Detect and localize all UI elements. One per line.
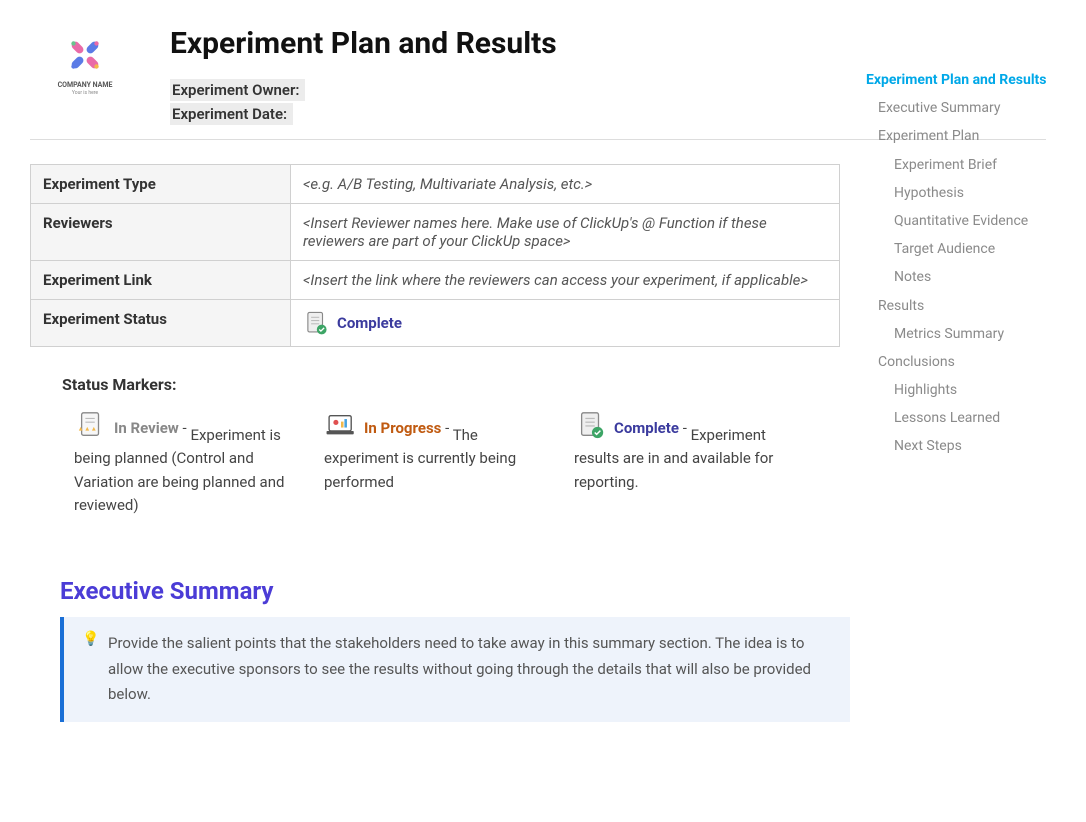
marker-name: Complete — [614, 419, 679, 437]
detail-value[interactable]: <Insert Reviewer names here. Make use of… — [291, 204, 840, 261]
outline-item[interactable]: Experiment Plan and Results — [866, 66, 1076, 94]
outline-item[interactable]: Hypothesis — [866, 179, 1076, 207]
detail-label: Experiment Type — [31, 165, 291, 204]
outline-item[interactable]: Results — [866, 292, 1076, 320]
outline-item[interactable]: Lessons Learned — [866, 404, 1076, 432]
status-value: Complete — [337, 314, 402, 332]
detail-label: Experiment Status — [31, 300, 291, 347]
outline-item[interactable]: Target Audience — [866, 235, 1076, 263]
status-markers-heading: Status Markers: — [62, 375, 820, 394]
detail-value[interactable]: <Insert the link where the reviewers can… — [291, 261, 840, 300]
experiment-details-table: Experiment Type <e.g. A/B Testing, Multi… — [30, 164, 840, 347]
status-marker-in-progress: In Progress - The experiment is currentl… — [324, 410, 544, 517]
executive-summary-heading: Executive Summary — [60, 577, 820, 605]
executive-summary-callout: 💡 Provide the salient points that the st… — [60, 617, 850, 722]
outline-item[interactable]: Executive Summary — [866, 94, 1076, 122]
detail-label: Reviewers — [31, 204, 291, 261]
callout-text: Provide the salient points that the stak… — [108, 631, 832, 708]
company-logo-block: COMPANY NAME Your is here — [30, 20, 140, 96]
logo-icon — [62, 32, 108, 78]
table-row: Experiment Type <e.g. A/B Testing, Multi… — [31, 165, 840, 204]
status-marker-complete: Complete - Experiment results are in and… — [574, 410, 794, 517]
outline-item[interactable]: Experiment Plan — [866, 122, 1076, 150]
marker-name: In Review — [114, 419, 179, 437]
outline-item[interactable]: Metrics Summary — [866, 320, 1076, 348]
logo-tagline: Your is here — [72, 90, 98, 96]
marker-name: In Progress — [364, 419, 441, 437]
outline-item[interactable]: Next Steps — [866, 432, 1076, 460]
document-outline: Experiment Plan and ResultsExecutive Sum… — [866, 66, 1086, 461]
detail-label: Experiment Link — [31, 261, 291, 300]
status-markers-row: In Review - Experiment is being planned … — [74, 410, 820, 517]
experiment-owner-label: Experiment Owner: — [170, 79, 305, 101]
logo-company-name: COMPANY NAME — [58, 82, 113, 90]
document-check-icon — [303, 310, 329, 336]
lightbulb-icon: 💡 — [82, 631, 98, 708]
experiment-date-label: Experiment Date: — [170, 103, 293, 125]
table-row: Reviewers <Insert Reviewer names here. M… — [31, 204, 840, 261]
page-title: Experiment Plan and Results — [170, 26, 820, 61]
outline-item[interactable]: Experiment Brief — [866, 151, 1076, 179]
progress-laptop-icon — [324, 410, 358, 440]
outline-item[interactable]: Conclusions — [866, 348, 1076, 376]
outline-item[interactable]: Highlights — [866, 376, 1076, 404]
detail-value-status[interactable]: Complete — [291, 300, 840, 347]
table-row: Experiment Status Complete — [31, 300, 840, 347]
document-check-icon — [574, 410, 608, 440]
review-doc-icon — [74, 410, 108, 440]
status-marker-in-review: In Review - Experiment is being planned … — [74, 410, 294, 517]
detail-value[interactable]: <e.g. A/B Testing, Multivariate Analysis… — [291, 165, 840, 204]
table-row: Experiment Link <Insert the link where t… — [31, 261, 840, 300]
outline-item[interactable]: Quantitative Evidence — [866, 207, 1076, 235]
outline-item[interactable]: Notes — [866, 263, 1076, 291]
